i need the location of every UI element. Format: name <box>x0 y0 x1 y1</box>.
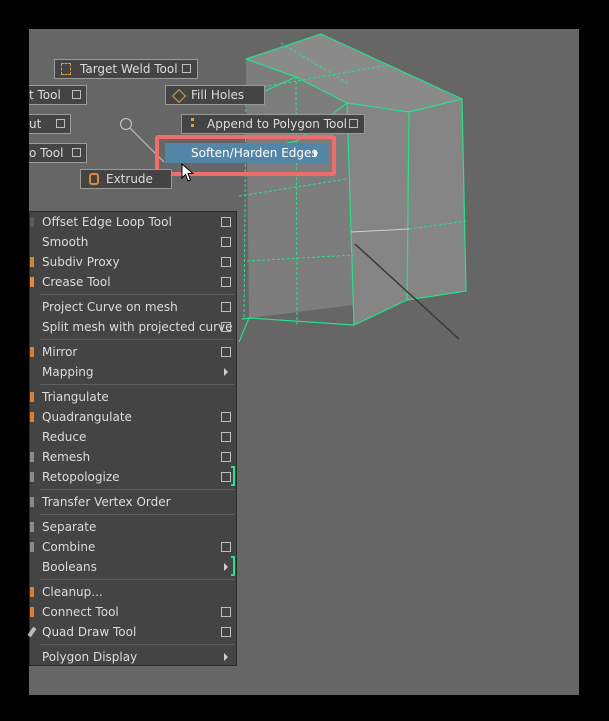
option-box[interactable] <box>72 90 81 99</box>
selection-bracket <box>231 466 235 486</box>
extrude-icon <box>89 173 99 185</box>
cut-item[interactable]: ut <box>29 114 71 134</box>
option-box[interactable] <box>221 322 231 332</box>
append-to-polygon-tool-item[interactable]: Append to Polygon Tool <box>181 114 365 134</box>
menu-item-mirror[interactable]: Mirror <box>30 342 236 362</box>
target-weld-icon <box>61 63 71 75</box>
tool-item[interactable]: o Tool <box>29 143 87 163</box>
menu-item-split-mesh-with-projected-curve[interactable]: Split mesh with projected curve <box>30 317 236 337</box>
menu-item-smooth[interactable]: Smooth <box>30 232 236 252</box>
menu-item-subdiv-proxy[interactable]: Subdiv Proxy <box>30 252 236 272</box>
menu-item-quad-draw-tool[interactable]: Quad Draw Tool <box>27 622 236 642</box>
menu-item-project-curve-on-mesh[interactable]: Project Curve on mesh <box>30 297 236 317</box>
target-weld-tool-item[interactable]: Target Weld Tool <box>54 59 198 79</box>
option-box[interactable] <box>349 119 358 128</box>
offset-edge-loop-icon <box>30 217 34 227</box>
menu-separator <box>40 384 234 385</box>
triangulate-icon <box>30 392 34 402</box>
menu-item-retopologize[interactable]: Retopologize <box>30 467 236 487</box>
separate-icon <box>30 522 34 532</box>
option-box[interactable] <box>221 237 231 247</box>
option-box[interactable] <box>221 347 231 357</box>
menu-item-remesh[interactable]: Remesh <box>30 447 236 467</box>
crease-tool-icon <box>30 277 34 287</box>
extrude-item[interactable]: Extrude <box>80 169 172 189</box>
menu-item-booleans[interactable]: Booleans <box>30 557 236 577</box>
option-box[interactable] <box>221 607 231 617</box>
menu-item-offset-edge-loop-tool[interactable]: Offset Edge Loop Tool <box>30 212 236 232</box>
menu-item-combine[interactable]: Combine <box>30 537 236 557</box>
subdiv-proxy-icon <box>30 257 34 267</box>
cleanup-icon <box>30 587 34 597</box>
menu-item-crease-tool[interactable]: Crease Tool <box>30 272 236 292</box>
append-polygon-icon <box>191 118 200 127</box>
combine-icon <box>30 542 34 552</box>
option-box[interactable] <box>221 452 231 462</box>
mouse-cursor-icon <box>181 163 195 182</box>
submenu-arrow-icon <box>224 563 228 571</box>
menu-separator <box>40 644 234 645</box>
submenu-arrow-icon <box>224 368 228 376</box>
option-box[interactable] <box>56 119 65 128</box>
menu-item-transfer-vertex-order[interactable]: Transfer Vertex Order <box>30 492 236 512</box>
menu-item-mapping[interactable]: Mapping <box>30 362 236 382</box>
menu-separator <box>40 489 234 490</box>
submenu-arrow-icon <box>224 653 228 661</box>
option-box[interactable] <box>221 542 231 552</box>
menu-item-reduce[interactable]: Reduce <box>30 427 236 447</box>
fill-holes-item[interactable]: Fill Holes <box>165 85 265 105</box>
menu-separator <box>40 579 234 580</box>
menu-item-quadrangulate[interactable]: Quadrangulate <box>30 407 236 427</box>
fill-holes-icon <box>171 88 187 104</box>
option-box[interactable] <box>72 148 81 157</box>
menu-item-triangulate[interactable]: Triangulate <box>30 387 236 407</box>
quad-draw-icon <box>27 626 37 638</box>
retopologize-icon <box>30 472 34 482</box>
option-box[interactable] <box>221 627 231 637</box>
option-box[interactable] <box>221 302 231 312</box>
selection-bracket <box>231 556 235 576</box>
option-box[interactable] <box>221 432 231 442</box>
menu-item-separate[interactable]: Separate <box>30 517 236 537</box>
option-box[interactable] <box>221 217 231 227</box>
menu-item-cleanup[interactable]: Cleanup... <box>30 582 236 602</box>
polygon-menu: Offset Edge Loop Tool Smooth Subdiv Prox… <box>27 211 237 667</box>
option-box[interactable] <box>221 277 231 287</box>
option-box[interactable] <box>182 64 191 73</box>
remesh-icon <box>30 452 34 462</box>
menu-item-connect-tool[interactable]: Connect Tool <box>30 602 236 622</box>
menu-item-polygon-display[interactable]: Polygon Display <box>30 647 236 667</box>
menu-separator <box>40 514 234 515</box>
quadrangulate-icon <box>30 412 34 422</box>
transfer-vertex-order-icon <box>30 497 34 507</box>
connect-tool-icon <box>30 607 34 617</box>
multi-cut-tool-item[interactable]: t Tool <box>29 85 87 105</box>
option-box[interactable] <box>221 257 231 267</box>
menu-separator <box>40 339 234 340</box>
option-box[interactable] <box>221 412 231 422</box>
mirror-icon <box>30 347 34 357</box>
menu-separator <box>40 294 234 295</box>
option-box[interactable] <box>221 472 231 482</box>
